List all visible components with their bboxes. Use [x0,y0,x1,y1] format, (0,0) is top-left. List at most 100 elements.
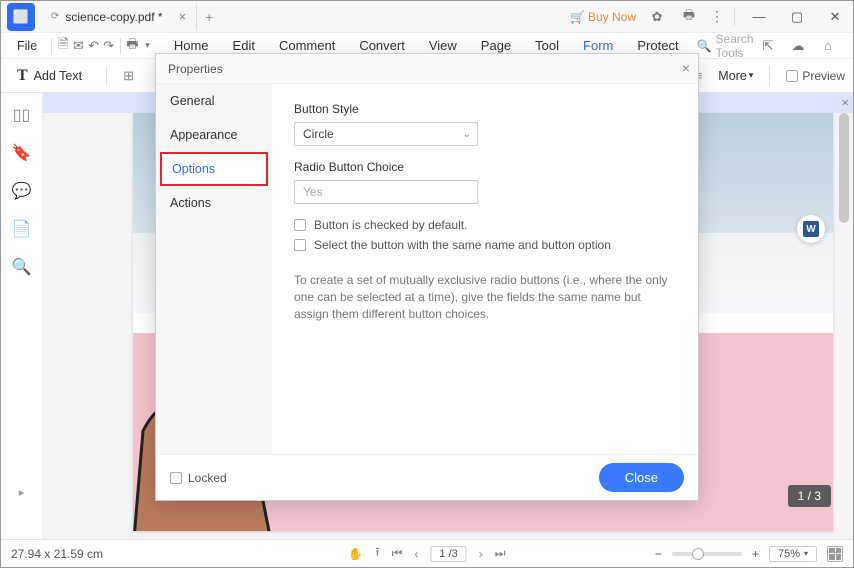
zoom-out-icon[interactable]: − [655,547,662,561]
file-menu[interactable]: File [7,39,47,53]
page-number-input[interactable]: 1 /3 [430,546,466,562]
info-bar-close-icon[interactable]: × [841,95,849,110]
more-button[interactable]: More ▾ [718,69,753,83]
maximize-button[interactable]: ▢ [783,9,811,25]
tab-appearance[interactable]: Appearance [156,118,272,152]
zoom-select[interactable]: 75% ▾ [769,546,817,562]
thumbnails-icon[interactable]: ▯▯ [13,105,31,125]
minimize-button[interactable]: — [745,9,773,24]
share-icon[interactable]: ⇱ [757,35,779,57]
button-style-value: Circle [303,127,334,141]
zoom-in-icon[interactable]: + [752,547,759,561]
search-placeholder: Search Tools [716,32,757,60]
menu-edit[interactable]: Edit [221,38,267,53]
menu-comment[interactable]: Comment [267,38,347,53]
radio-choice-label: Radio Button Choice [294,160,676,174]
chevron-down-icon: ▾ [749,70,754,81]
cloud-icon[interactable]: ☁ [787,35,809,57]
preview-toggle[interactable]: Preview [786,69,845,83]
chevron-down-icon[interactable]: ▾ [140,35,155,57]
divider [769,66,770,86]
slider-thumb[interactable] [692,548,704,560]
tab-options[interactable]: Options [160,152,268,186]
preview-label: Preview [802,69,845,83]
app-logo: ⬜ [7,3,35,31]
text-icon: T [17,67,28,85]
buy-now-link[interactable]: 🛒 Buy Now [570,10,636,24]
close-window-button[interactable]: ✕ [821,9,849,25]
sync-icon: ⟳ [51,11,59,22]
help-text: To create a set of mutually exclusive ra… [294,272,674,322]
save-icon[interactable]: 🗎 [56,35,71,57]
buy-label: Buy Now [588,10,636,24]
close-button[interactable]: Close [599,463,684,492]
tab-actions[interactable]: Actions [156,186,272,220]
dialog-sidebar: General Appearance Options Actions [156,84,272,454]
checkbox-icon [294,219,306,231]
tab-close-icon[interactable]: × [179,9,187,24]
form-tool-icon[interactable]: ⊞ [123,68,134,84]
menu-protect[interactable]: Protect [625,38,690,53]
page-nav: ✋ ⭱ ⏮ ‹ 1 /3 › ⏭ [348,543,505,564]
search-icon[interactable]: 🔍 [12,257,32,277]
menu-view[interactable]: View [417,38,469,53]
word-icon: W [803,221,819,237]
chevron-down-icon: ▾ [804,549,808,558]
home-icon[interactable]: ⌂ [817,35,839,57]
checked-default-row[interactable]: Button is checked by default. [294,218,676,232]
status-bar: 27.94 x 21.59 cm ✋ ⭱ ⏮ ‹ 1 /3 › ⏭ − + 75… [1,539,853,567]
menu-tool[interactable]: Tool [523,38,571,53]
expand-icon[interactable]: ▸ [19,486,25,499]
new-tab-button[interactable]: + [205,9,213,25]
fit-view-icon[interactable] [827,546,843,562]
checked-default-label: Button is checked by default. [314,218,467,232]
prev-page-icon[interactable]: ‹ [414,547,418,561]
button-style-select[interactable]: Circle ⌄ [294,122,478,146]
select-tool-icon[interactable]: ⭱ [375,543,379,564]
checkbox-icon [170,472,182,484]
locked-toggle[interactable]: Locked [170,471,227,485]
search-tools[interactable]: 🔍 Search Tools [697,32,757,60]
checkbox-icon [786,70,798,82]
last-page-icon[interactable]: ⏭ [495,546,506,561]
print-icon[interactable]: 🖶 [678,6,700,28]
scrollbar[interactable] [839,113,849,223]
left-nav: ▯▯ 🔖 💬 📄 🔍 ▸ [1,93,43,539]
bookmark-icon[interactable]: 🔖 [12,143,32,163]
dialog-title: Properties [168,62,223,76]
menu-convert[interactable]: Convert [347,38,417,53]
gift-icon[interactable]: ✿ [646,6,668,28]
word-export-badge[interactable]: W [797,215,825,243]
first-page-icon[interactable]: ⏮ [392,546,403,561]
menu-form[interactable]: Form [571,38,625,53]
tab-general[interactable]: General [156,84,272,118]
kebab-menu-icon[interactable]: ⋮ [710,8,724,25]
print-icon[interactable]: 🖶 [125,35,140,57]
dialog-close-icon[interactable]: × [682,60,690,76]
radio-choice-input[interactable]: Yes [294,180,478,204]
radio-choice-value: Yes [303,185,323,199]
tab-title: science-copy.pdf * [65,10,162,24]
divider [734,8,735,26]
menu-page[interactable]: Page [469,38,523,53]
titlebar: ⬜ ⟳ science-copy.pdf * × + 🛒 Buy Now ✿ 🖶… [1,1,853,33]
mail-icon[interactable]: ✉ [71,35,86,57]
comment-icon[interactable]: 💬 [12,181,32,201]
search-icon: 🔍 [697,39,712,53]
hand-tool-icon[interactable]: ✋ [348,547,363,561]
add-text-label: Add Text [34,69,82,83]
undo-icon[interactable]: ↶ [86,35,101,57]
more-label: More [718,69,746,83]
redo-icon[interactable]: ↷ [101,35,116,57]
menu-home[interactable]: Home [162,38,221,53]
zoom-slider[interactable] [672,552,742,556]
document-tab[interactable]: ⟳ science-copy.pdf * × [41,4,197,30]
attachment-icon[interactable]: 📄 [12,219,32,239]
checkbox-icon [294,239,306,251]
add-text-button[interactable]: T Add Text [9,67,90,85]
properties-dialog: Properties × General Appearance Options … [155,53,699,501]
same-name-row[interactable]: Select the button with the same name and… [294,238,676,252]
next-page-icon[interactable]: › [479,547,483,561]
same-name-label: Select the button with the same name and… [314,238,611,252]
cart-icon: 🛒 [570,10,585,24]
